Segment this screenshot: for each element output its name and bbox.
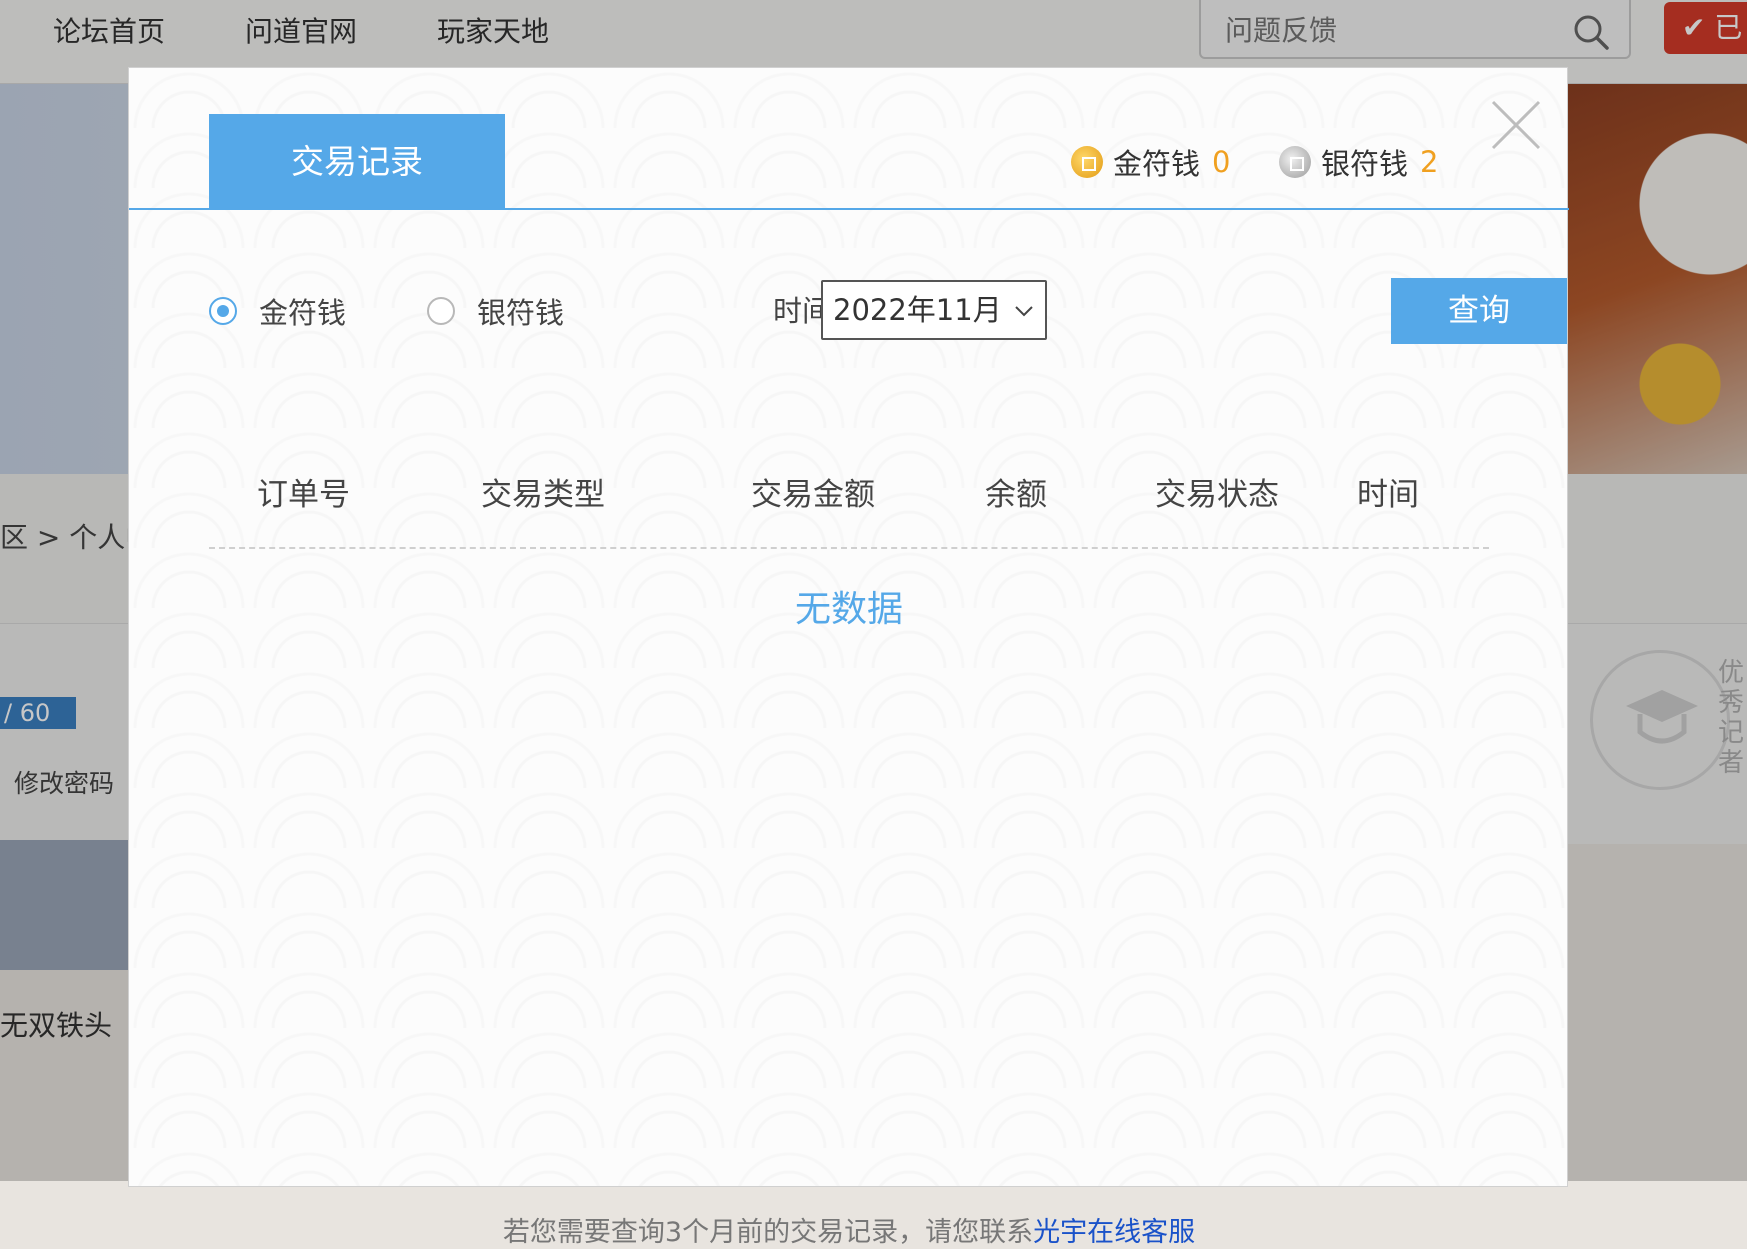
empty-state-text: 无数据 bbox=[794, 589, 903, 630]
radio-gold[interactable]: 金符钱 bbox=[209, 278, 346, 344]
month-select-value: 2022年11月 bbox=[833, 293, 1002, 327]
radio-dot-checked bbox=[209, 297, 237, 325]
column-transaction-type: 交易类型 bbox=[481, 477, 605, 513]
gold-balance: 金符钱 0 bbox=[1071, 142, 1230, 182]
gold-coin-icon bbox=[1071, 146, 1103, 178]
query-button[interactable]: 查询 bbox=[1391, 278, 1567, 344]
header-divider bbox=[129, 208, 1569, 210]
column-transaction-status: 交易状态 bbox=[1155, 477, 1279, 513]
radio-dot bbox=[427, 297, 455, 325]
month-select[interactable]: 2022年11月 bbox=[821, 280, 1047, 340]
chevron-down-icon bbox=[1015, 306, 1033, 317]
radio-silver[interactable]: 银符钱 bbox=[427, 278, 564, 344]
silver-balance-value: 2 bbox=[1420, 145, 1439, 179]
silver-balance: 银符钱 2 bbox=[1279, 142, 1438, 182]
table-header-divider bbox=[209, 547, 1489, 549]
gold-balance-value: 0 bbox=[1212, 145, 1231, 179]
table-header: 订单号 交易类型 交易金额 余额 交易状态 时间 bbox=[209, 468, 1489, 522]
column-time: 时间 bbox=[1357, 477, 1419, 513]
radio-gold-label: 金符钱 bbox=[259, 296, 347, 330]
tab-transaction-records[interactable]: 交易记录 bbox=[209, 114, 505, 210]
column-order-number: 订单号 bbox=[257, 477, 350, 513]
silver-coin-icon bbox=[1279, 146, 1311, 178]
silver-balance-label: 银符钱 bbox=[1321, 147, 1409, 181]
customer-service-link[interactable]: 光宇在线客服 bbox=[1033, 1217, 1195, 1248]
footer-note-text: 若您需要查询3个月前的交易记录，请您联系 bbox=[502, 1217, 1034, 1248]
close-icon[interactable] bbox=[1489, 98, 1543, 152]
column-transaction-amount: 交易金额 bbox=[751, 477, 875, 513]
column-balance: 余额 bbox=[985, 477, 1047, 513]
footer-note: 若您需要查询3个月前的交易记录，请您联系光宇在线客服 bbox=[129, 1210, 1569, 1249]
filter-row: 金符钱 银符钱 时间 ： 2022年11月 查询 bbox=[209, 278, 1567, 344]
transaction-records-modal: 交易记录 金符钱 0 银符钱 2 金符钱 银符钱 时间 ： 2022年11月 查… bbox=[128, 67, 1569, 1248]
gold-balance-label: 金符钱 bbox=[1113, 147, 1201, 181]
radio-silver-label: 银符钱 bbox=[477, 296, 565, 330]
